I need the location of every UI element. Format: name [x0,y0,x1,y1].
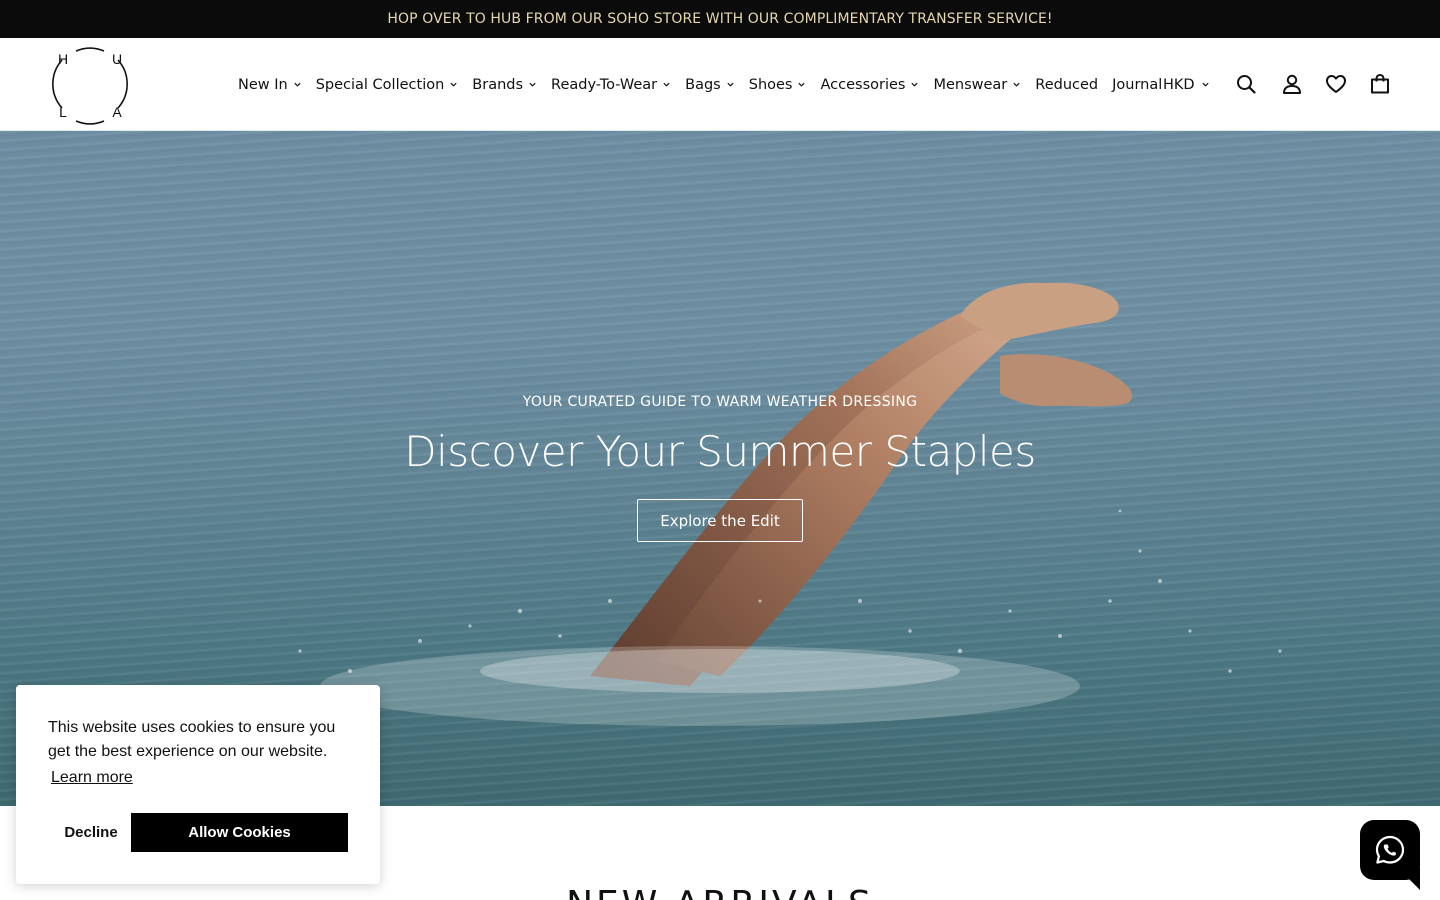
wishlist-heart-icon[interactable] [1324,72,1348,96]
announcement-text: HOP OVER TO HUB FROM OUR SOHO STORE WITH… [387,11,1053,27]
nav-item-special-collection[interactable]: Special Collection [316,77,459,93]
brand-logo[interactable]: H U L A [48,46,132,126]
nav-item-new-in[interactable]: New In [238,77,302,93]
search-icon[interactable] [1234,72,1258,96]
chevron-down-icon [1012,80,1021,89]
nav-item-label: Ready-To-Wear [551,76,658,93]
chevron-down-icon [726,80,735,89]
svg-text:H: H [58,51,68,67]
nav-item-label: Accessories [820,76,906,93]
nav-item-brands[interactable]: Brands [472,77,537,93]
nav-item-label: Reduced [1035,76,1099,93]
nav-item-reduced[interactable]: Reduced [1035,77,1098,93]
chevron-down-icon [449,80,458,89]
hula-logo-icon: H U L A [52,47,128,125]
nav-item-label: Journal [1112,76,1163,93]
section-title: NEW ARRIVALS [0,884,1440,900]
hero-title: Discover Your Summer Staples [404,427,1036,476]
learn-more-link[interactable]: Learn more [51,769,133,787]
chevron-down-icon [293,80,302,89]
nav-item-ready-to-wear[interactable]: Ready-To-Wear [551,77,671,93]
svg-text:A: A [112,104,122,120]
site-header: H U L A New In Special Collection Brands… [0,38,1440,131]
cookie-banner: This website uses cookies to ensure you … [16,685,380,884]
svg-text:L: L [59,104,67,120]
hero-kicker: YOUR CURATED GUIDE TO WARM WEATHER DRESS… [522,394,918,410]
account-icon[interactable] [1280,72,1304,96]
nav-item-menswear[interactable]: Menswear [933,77,1021,93]
currency-selector[interactable]: HKD [1163,38,1210,131]
chat-tail-decoration [1398,868,1420,890]
allow-cookies-button[interactable]: Allow Cookies [131,813,348,852]
cookie-message: This website uses cookies to ensure you … [48,719,336,760]
nav-item-label: Bags [685,76,721,93]
main-nav: New In Special Collection Brands Ready-T… [238,38,1176,131]
chevron-down-icon [910,80,919,89]
nav-item-bags[interactable]: Bags [685,77,735,93]
explore-edit-button[interactable]: Explore the Edit [637,499,803,542]
announcement-bar: HOP OVER TO HUB FROM OUR SOHO STORE WITH… [0,0,1440,38]
nav-item-label: New In [238,76,288,93]
nav-item-accessories[interactable]: Accessories [820,77,919,93]
nav-item-label: Special Collection [315,76,445,93]
chevron-down-icon [528,80,537,89]
svg-text:U: U [112,51,122,67]
nav-item-journal[interactable]: Journal [1112,77,1162,93]
nav-item-label: Menswear [933,76,1008,93]
nav-item-shoes[interactable]: Shoes [749,77,807,93]
nav-item-label: Shoes [748,76,793,93]
currency-label: HKD [1163,76,1195,93]
chevron-down-icon [662,80,671,89]
chevron-down-icon [797,80,806,89]
chevron-down-icon [1201,80,1210,89]
nav-item-label: Brands [472,76,524,93]
cart-bag-icon[interactable] [1368,72,1392,96]
